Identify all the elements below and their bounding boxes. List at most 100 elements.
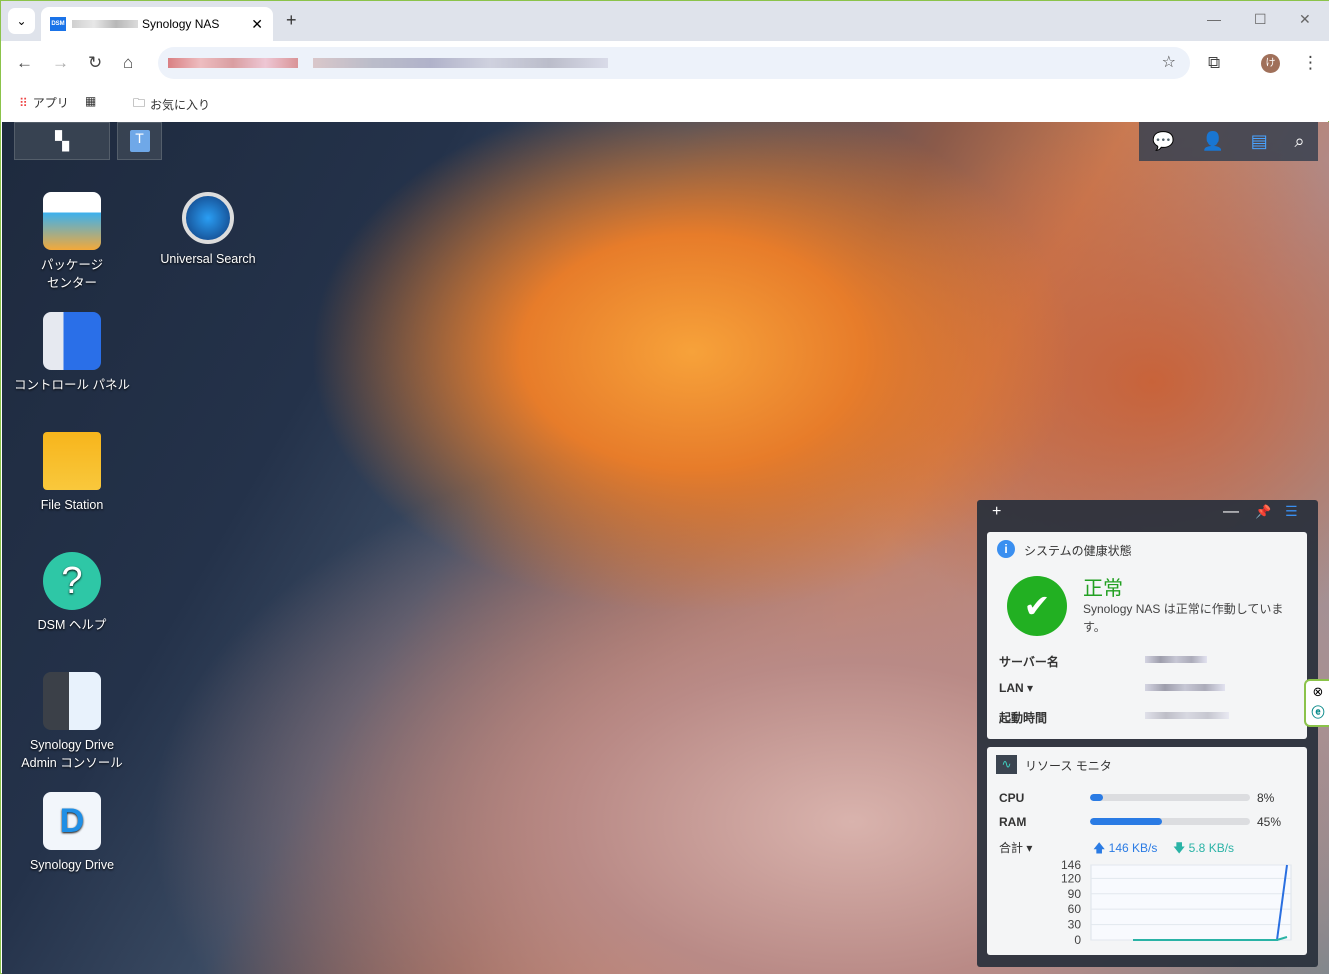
uptime-redacted bbox=[1145, 712, 1229, 719]
control-panel-icon bbox=[43, 312, 101, 370]
info-icon: i bbox=[997, 540, 1015, 558]
minimize-button[interactable]: — bbox=[1207, 11, 1221, 27]
server-name-redacted bbox=[1145, 656, 1207, 663]
y-tick-label: 60 bbox=[1068, 902, 1082, 916]
cpu-value: 8% bbox=[1257, 791, 1275, 805]
cpu-bar bbox=[1090, 794, 1250, 801]
forward-icon[interactable]: → bbox=[52, 53, 69, 73]
home-icon[interactable]: ⌂ bbox=[123, 53, 133, 73]
extension-sidebar: ⊗ ⓔ bbox=[1304, 679, 1329, 727]
back-icon[interactable]: ← bbox=[16, 53, 33, 73]
icon-label: DSM ヘルプ bbox=[37, 618, 107, 632]
close-tab-icon[interactable]: ✕ bbox=[251, 16, 263, 33]
menu-icon[interactable]: ⋮ bbox=[1302, 53, 1319, 73]
synology-drive-icon: D bbox=[43, 792, 101, 850]
desktop-icon-drive-admin[interactable]: Synology Drive Admin コンソール bbox=[12, 672, 132, 772]
y-tick-label: 120 bbox=[1061, 871, 1081, 885]
upload-value: 146 KB/s bbox=[1108, 841, 1158, 855]
profile-avatar[interactable]: け bbox=[1261, 54, 1280, 73]
bookmark-apps[interactable]: ⠿ アプリ bbox=[19, 94, 69, 111]
lan-label: LAN bbox=[999, 681, 1024, 695]
cpu-label: CPU bbox=[999, 791, 1025, 805]
health-message: Synology NAS は正常に作動しています。 bbox=[1083, 602, 1284, 634]
dsm-help-icon: ? bbox=[43, 552, 101, 610]
tab-groups-icon[interactable]: ▦ bbox=[85, 94, 96, 108]
widget-title: リソース モニタ bbox=[1025, 759, 1112, 773]
drive-admin-icon bbox=[43, 672, 101, 730]
pin-icon[interactable]: 📌 bbox=[1255, 504, 1271, 520]
bookmarks-bar: ⠿ アプリ ▦ 🗀 お気に入り bbox=[1, 86, 1329, 121]
main-menu-button[interactable]: ▚ bbox=[14, 122, 110, 160]
reload-icon[interactable]: ↻ bbox=[88, 53, 102, 73]
minimize-widgets-icon[interactable]: — bbox=[1223, 503, 1239, 521]
top-right-toolbar: 💬 👤 ▤ ⌕ bbox=[1139, 122, 1318, 161]
y-tick-label: 90 bbox=[1068, 887, 1082, 901]
y-tick-label: 0 bbox=[1074, 933, 1081, 947]
widget-layout-icon[interactable]: ☰ bbox=[1285, 503, 1298, 520]
bookmark-star-icon[interactable]: ☆ bbox=[1162, 52, 1176, 72]
upload-rate: 🡅 146 KB/s bbox=[1093, 841, 1158, 855]
desktop-icon-control-panel[interactable]: コントロール パネル bbox=[12, 312, 132, 394]
folder-icon: 🗀 bbox=[133, 96, 146, 110]
maximize-button[interactable]: ☐ bbox=[1254, 11, 1267, 28]
toolbar: ← → ↻ ⌂ ☆ ⧉ け ⋮ bbox=[1, 41, 1329, 86]
text-editor-icon: T bbox=[129, 130, 150, 152]
network-dropdown[interactable]: 合計 ▾ bbox=[999, 839, 1032, 856]
icon-label: Universal Search bbox=[160, 252, 256, 266]
icon-label: Synology Drive bbox=[29, 858, 115, 872]
lan-dropdown[interactable]: LAN ▾ bbox=[999, 681, 1033, 695]
icon-label: コントロール パネル bbox=[14, 378, 130, 392]
icon-label: パッケージ センター bbox=[40, 258, 104, 290]
close-circle-icon[interactable]: ⊗ bbox=[1306, 681, 1329, 702]
close-window-button[interactable]: ✕ bbox=[1299, 11, 1311, 28]
desktop-icon-synology-drive[interactable]: D Synology Drive bbox=[12, 792, 132, 874]
ram-label: RAM bbox=[999, 815, 1027, 829]
notification-icon[interactable]: 💬 bbox=[1152, 131, 1174, 152]
ram-value: 45% bbox=[1257, 815, 1282, 829]
download-value: 5.8 KB/s bbox=[1188, 841, 1235, 855]
package-center-icon bbox=[43, 192, 101, 250]
desktop-icon-package-center[interactable]: パッケージ センター bbox=[12, 192, 132, 292]
uptime-label: 起動時間 bbox=[999, 711, 1048, 725]
desktop-icon-dsm-help[interactable]: ? DSM ヘルプ bbox=[12, 552, 132, 634]
y-tick-label: 30 bbox=[1068, 918, 1082, 932]
server-name-label: サーバー名 bbox=[999, 655, 1059, 669]
address-bar[interactable]: ☆ bbox=[158, 47, 1190, 79]
widget-title: システムの健康状態 bbox=[1024, 544, 1132, 558]
taskbar-text-editor[interactable]: T bbox=[117, 122, 162, 160]
bookmark-favorites[interactable]: 🗀 お気に入り bbox=[133, 94, 210, 115]
apps-grid-icon: ⠿ bbox=[19, 95, 28, 110]
apps-label: アプリ bbox=[32, 96, 69, 110]
check-icon: ✔ bbox=[1007, 576, 1067, 636]
search-icon[interactable]: ⌕ bbox=[1294, 131, 1304, 152]
network-chart: 146120 9060 300 bbox=[1061, 859, 1292, 947]
user-icon[interactable]: 👤 bbox=[1202, 131, 1224, 152]
icon-label: File Station bbox=[40, 498, 104, 512]
desktop-icon-universal-search[interactable]: Universal Search bbox=[148, 192, 268, 268]
icon-label: Synology Drive Admin コンソール bbox=[21, 738, 123, 770]
tab-search-button[interactable]: ⌄ bbox=[8, 8, 35, 34]
add-widget-icon[interactable]: + bbox=[992, 503, 1001, 521]
network-label: 合計 bbox=[999, 841, 1024, 855]
dsm-desktop: ▚ T 💬 👤 ▤ ⌕ パッケージ センター Universal Search … bbox=[2, 122, 1329, 974]
tab-synology[interactable]: DSM Synology NAS ✕ bbox=[41, 7, 273, 41]
chart-plot-area bbox=[1090, 864, 1292, 941]
health-status: 正常 bbox=[1083, 578, 1123, 600]
dsm-favicon: DSM bbox=[50, 17, 66, 31]
tab-strip: ⌄ DSM Synology NAS ✕ + — ☐ ✕ bbox=[1, 1, 1329, 41]
resource-monitor-widget: ∿ リソース モニタ CPU 8% RAM 45% 合計 ▾ 🡅 146 KB/… bbox=[987, 747, 1307, 955]
widgets-icon[interactable]: ▤ bbox=[1251, 131, 1268, 152]
system-health-widget: i システムの健康状態 ✔ 正常 Synology NAS は正常に作動していま… bbox=[987, 532, 1307, 739]
download-rate: 🡇 5.8 KB/s bbox=[1173, 841, 1235, 855]
y-tick-label: 146 bbox=[1061, 859, 1081, 872]
file-station-icon bbox=[43, 432, 101, 490]
new-tab-button[interactable]: + bbox=[286, 10, 297, 31]
extensions-icon[interactable]: ⧉ bbox=[1208, 53, 1220, 73]
tab-title-redacted bbox=[72, 20, 138, 28]
eset-icon[interactable]: ⓔ bbox=[1306, 702, 1329, 723]
lan-ip-redacted bbox=[1145, 684, 1225, 691]
ram-bar bbox=[1090, 818, 1250, 825]
desktop-icon-file-station[interactable]: File Station bbox=[12, 432, 132, 514]
widget-panel: + — 📌 ☰ i システムの健康状態 ✔ 正常 Synology NAS は正… bbox=[977, 500, 1318, 967]
universal-search-icon bbox=[182, 192, 234, 244]
